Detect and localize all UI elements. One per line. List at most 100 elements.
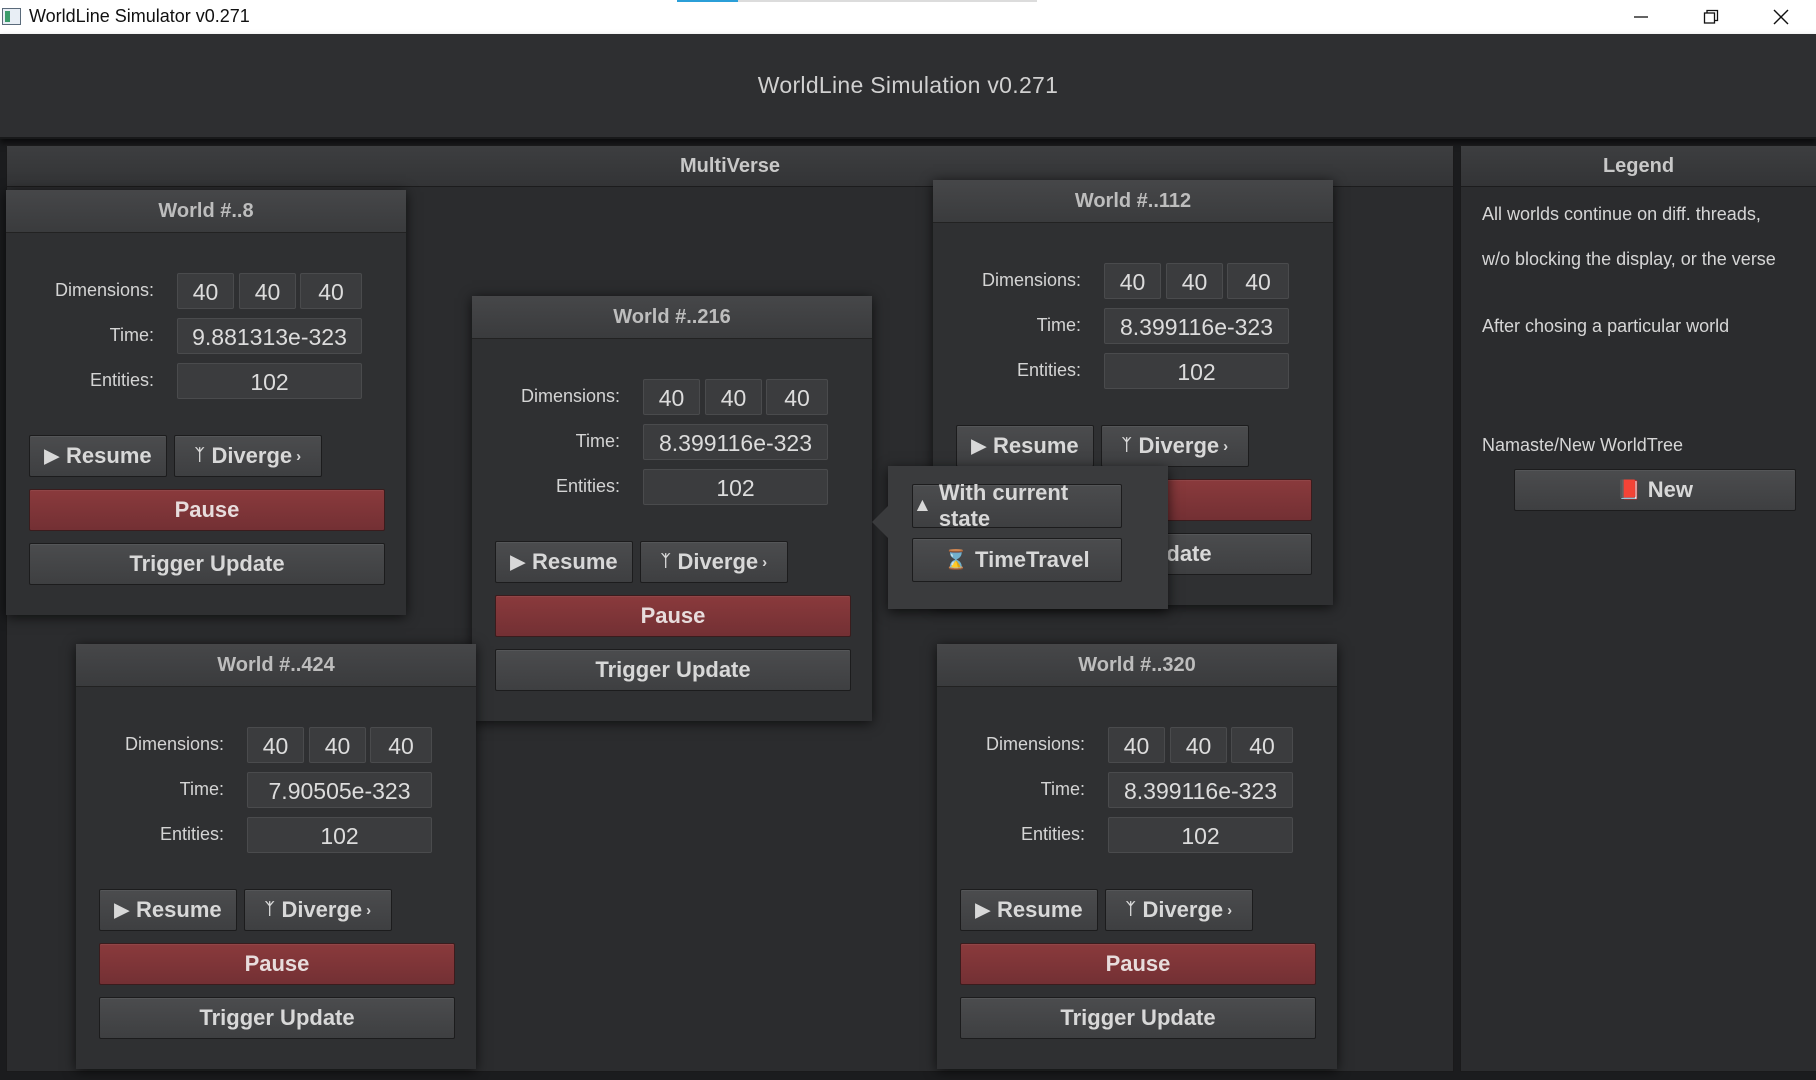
trigger-update-button[interactable]: Trigger Update xyxy=(960,997,1316,1039)
time-label: Time: xyxy=(575,431,620,451)
entities-field[interactable]: 102 xyxy=(1104,353,1289,389)
branch-icon: ᛉ xyxy=(194,447,205,464)
pause-button[interactable]: Pause xyxy=(495,595,851,637)
resume-label: Resume xyxy=(66,443,152,468)
dimension-x-field[interactable]: 40 xyxy=(1108,727,1165,763)
entities-field[interactable]: 102 xyxy=(177,363,362,399)
branch-icon: ᛉ xyxy=(264,901,275,918)
chevron-right-icon: › xyxy=(1227,901,1233,919)
pause-button[interactable]: Pause xyxy=(99,943,455,985)
entities-row: Entities: 102 xyxy=(472,469,872,505)
dimension-x-field[interactable]: 40 xyxy=(247,727,304,763)
dimension-y-field[interactable]: 40 xyxy=(1170,727,1227,763)
time-row: Time: 8.399116e-323 xyxy=(937,772,1337,808)
trigger-update-button[interactable]: Trigger Update xyxy=(495,649,851,691)
legend-text: After chosing a particular world xyxy=(1482,316,1730,336)
diverge-button[interactable]: ᛉ Diverge › xyxy=(1101,425,1249,467)
diverge-button[interactable]: ᛉ Diverge › xyxy=(244,889,392,931)
time-label: Time: xyxy=(109,325,154,345)
restore-button[interactable] xyxy=(1676,0,1746,34)
resume-label: Resume xyxy=(136,897,222,922)
app-header: WorldLine Simulation v0.271 xyxy=(0,34,1816,139)
loading-progress-fill xyxy=(677,0,739,2)
legend-text: All worlds continue on diff. threads, xyxy=(1482,204,1761,224)
pause-button[interactable]: Pause xyxy=(960,943,1316,985)
entities-field[interactable]: 102 xyxy=(247,817,432,853)
entities-field[interactable]: 102 xyxy=(643,469,828,505)
resume-button[interactable]: ▶ Resume xyxy=(956,425,1094,467)
resume-button[interactable]: ▶ Resume xyxy=(29,435,167,477)
dimension-y-field[interactable]: 40 xyxy=(239,273,296,309)
trigger-update-button[interactable]: Trigger Update xyxy=(99,997,455,1039)
time-row: Time: 8.399116e-323 xyxy=(472,424,872,460)
dimension-y-field[interactable]: 40 xyxy=(705,379,762,415)
chevron-right-icon: › xyxy=(762,553,768,571)
resume-button[interactable]: ▶ Resume xyxy=(99,889,237,931)
minimize-button[interactable] xyxy=(1606,0,1676,34)
legend-text: Namaste/New WorldTree xyxy=(1482,435,1684,455)
dimension-y-field[interactable]: 40 xyxy=(309,727,366,763)
time-field[interactable]: 8.399116e-323 xyxy=(1104,308,1289,344)
world-title: World #..216 xyxy=(472,296,872,339)
legend-text: w/o blocking the display, or the verse xyxy=(1482,249,1776,269)
time-field[interactable]: 7.90505e-323 xyxy=(247,772,432,808)
dimensions-row: Dimensions: 40 40 40 xyxy=(472,379,872,415)
window-titlebar: WorldLine Simulator v0.271 xyxy=(0,0,1816,34)
entities-row: Entities: 102 xyxy=(937,817,1337,853)
entities-label: Entities: xyxy=(89,370,154,390)
resume-label: Resume xyxy=(997,897,1083,922)
diverge-timetravel-button[interactable]: ⌛ TimeTravel xyxy=(912,538,1122,582)
dimensions-label: Dimensions: xyxy=(520,386,620,406)
dimension-z-field[interactable]: 40 xyxy=(370,727,432,763)
tree-icon: ▲ xyxy=(913,495,932,516)
close-icon xyxy=(1773,9,1789,25)
world-card: World #..8 Dimensions: 40 40 40 Time: 9.… xyxy=(6,190,406,615)
time-row: Time: 8.399116e-323 xyxy=(933,308,1333,344)
world-card: World #..424 Dimensions: 40 40 40 Time: … xyxy=(76,644,476,1069)
diverge-button[interactable]: ᛉ Diverge › xyxy=(174,435,322,477)
time-row: Time: 9.881313e-323 xyxy=(6,318,406,354)
legend-title: Legend xyxy=(1461,146,1816,187)
world-title: World #..320 xyxy=(937,644,1337,687)
dimension-z-field[interactable]: 40 xyxy=(1227,263,1289,299)
close-button[interactable] xyxy=(1746,0,1816,34)
dimensions-label: Dimensions: xyxy=(985,734,1085,754)
resume-label: Resume xyxy=(993,433,1079,458)
play-icon: ▶ xyxy=(975,899,991,921)
new-worldtree-button[interactable]: 📕 New xyxy=(1514,469,1796,511)
dimensions-row: Dimensions: 40 40 40 xyxy=(76,727,476,763)
entities-label: Entities: xyxy=(1020,824,1085,844)
dimension-x-field[interactable]: 40 xyxy=(177,273,234,309)
time-field[interactable]: 8.399116e-323 xyxy=(1108,772,1293,808)
diverge-label: Diverge xyxy=(281,897,363,922)
diverge-with-current-state-button[interactable]: ▲ With current state xyxy=(912,480,1122,531)
dimensions-row: Dimensions: 40 40 40 xyxy=(933,263,1333,299)
menu-item-label: With current state xyxy=(938,480,1069,531)
diverge-button[interactable]: ᛉ Diverge › xyxy=(640,541,788,583)
dimension-y-field[interactable]: 40 xyxy=(1166,263,1223,299)
time-row: Time: 7.90505e-323 xyxy=(76,772,476,808)
dimension-x-field[interactable]: 40 xyxy=(1104,263,1161,299)
trigger-update-button[interactable]: Trigger Update xyxy=(29,543,385,585)
time-label: Time: xyxy=(1036,315,1081,335)
entities-row: Entities: 102 xyxy=(933,353,1333,389)
entities-label: Entities: xyxy=(1016,360,1081,380)
chevron-right-icon: › xyxy=(296,447,302,465)
time-field[interactable]: 8.399116e-323 xyxy=(643,424,828,460)
page-title: WorldLine Simulation v0.271 xyxy=(757,72,1059,98)
diverge-button[interactable]: ᛉ Diverge › xyxy=(1105,889,1253,931)
entities-field[interactable]: 102 xyxy=(1108,817,1293,853)
window-title: WorldLine Simulator v0.271 xyxy=(29,6,250,26)
dimension-z-field[interactable]: 40 xyxy=(766,379,828,415)
time-field[interactable]: 9.881313e-323 xyxy=(177,318,362,354)
diverge-label: Diverge xyxy=(1142,897,1224,922)
dimension-z-field[interactable]: 40 xyxy=(1231,727,1293,763)
world-card: World #..320 Dimensions: 40 40 40 Time: … xyxy=(937,644,1337,1069)
play-icon: ▶ xyxy=(971,435,987,457)
dimension-x-field[interactable]: 40 xyxy=(643,379,700,415)
book-icon: 📕 xyxy=(1617,480,1641,501)
resume-button[interactable]: ▶ Resume xyxy=(495,541,633,583)
dimension-z-field[interactable]: 40 xyxy=(300,273,362,309)
resume-button[interactable]: ▶ Resume xyxy=(960,889,1098,931)
pause-button[interactable]: Pause xyxy=(29,489,385,531)
